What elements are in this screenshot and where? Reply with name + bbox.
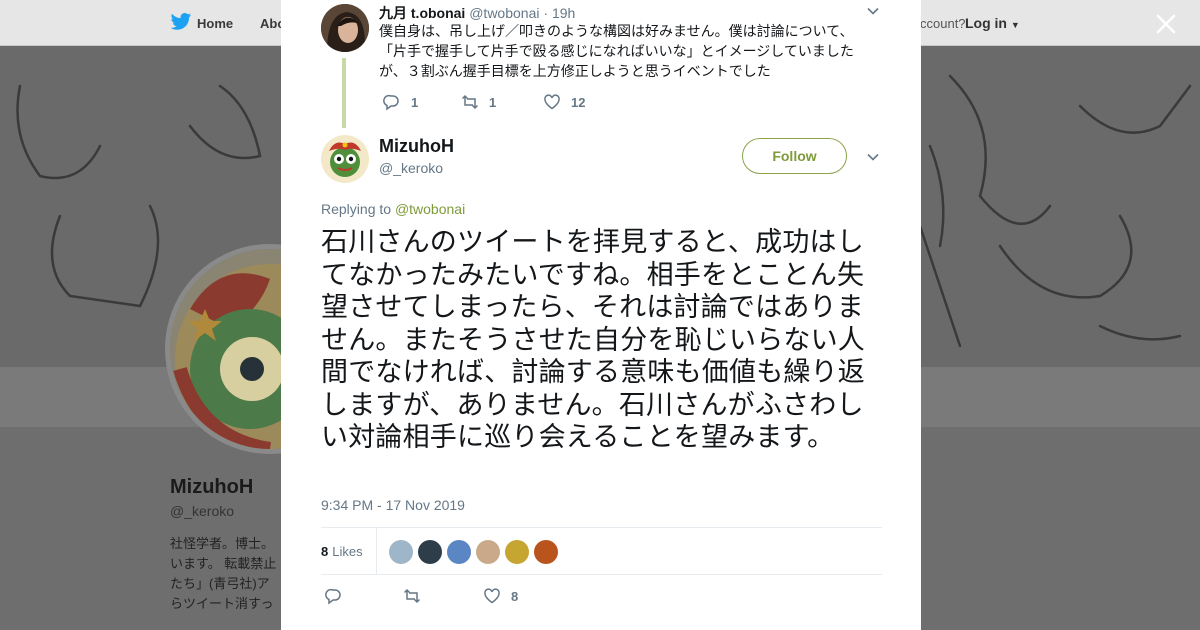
follow-button[interactable]: Follow xyxy=(742,138,847,174)
bio-line: 社怪学者。博士。 xyxy=(170,536,275,551)
chevron-down-icon[interactable] xyxy=(866,4,880,18)
twitter-bird-icon[interactable] xyxy=(170,12,192,32)
liker-avatar[interactable] xyxy=(389,540,413,564)
liker-avatar[interactable] xyxy=(534,540,558,564)
parent-author-name[interactable]: 九月 t.obonai xyxy=(379,5,465,21)
account-prompt: ccount? xyxy=(920,16,966,31)
likes-stat[interactable]: 8 Likes xyxy=(321,528,377,574)
profile-name: MizuhoH xyxy=(170,476,254,498)
chevron-down-icon: ▼ xyxy=(1010,20,1020,30)
login-link[interactable]: Log in ▼ xyxy=(965,15,1020,31)
profile-bio: 社怪学者。博士。 います。 転載禁止 たち」(青弓社)ア らツイート消すっ xyxy=(170,534,285,614)
main-tweet-text: 石川さんのツイートを拝見すると、成功はしてなかったみたいですね。相手をとことん失… xyxy=(321,227,865,452)
retweet-button[interactable] xyxy=(403,586,431,606)
reply-icon xyxy=(325,588,341,605)
thread-connector-line xyxy=(342,58,346,128)
reply-button[interactable]: 1 xyxy=(383,92,418,112)
bio-line: います。 転載禁止 xyxy=(170,556,277,571)
close-icon[interactable] xyxy=(1152,10,1180,38)
tweet-permalink-modal: 九月 t.obonai @twobonai · 19h 僕自身は、吊し上げ／叩き… xyxy=(281,0,921,630)
like-button[interactable]: 8 xyxy=(483,586,518,606)
likes-label: Likes xyxy=(332,543,363,559)
profile-handle: @_keroko xyxy=(170,503,235,519)
liker-avatar[interactable] xyxy=(418,540,442,564)
like-count: 8 xyxy=(511,588,519,604)
replying-to-mention[interactable]: @twobonai xyxy=(395,201,465,217)
replying-prefix: Replying to xyxy=(321,201,392,217)
heart-icon xyxy=(484,588,500,604)
person-photo-icon xyxy=(321,4,369,52)
like-count: 12 xyxy=(571,94,586,110)
reply-count: 1 xyxy=(411,94,419,110)
retweet-count: 1 xyxy=(489,94,497,110)
main-author-avatar[interactable] xyxy=(321,135,369,183)
bio-line: たち」(青弓社)ア xyxy=(170,576,270,591)
replying-to-line: Replying to @twobonai xyxy=(321,201,465,217)
chevron-down-icon[interactable] xyxy=(866,150,880,164)
bio-line: らツイート消すっ xyxy=(170,596,274,611)
retweet-icon xyxy=(461,94,479,110)
heart-icon xyxy=(544,94,560,110)
liker-avatar[interactable] xyxy=(447,540,471,564)
tweet-stats: 8 Likes xyxy=(321,527,882,575)
tweet-timestamp[interactable]: 9:34 PM - 17 Nov 2019 xyxy=(321,497,465,513)
parent-author-handle[interactable]: @twobonai xyxy=(469,5,539,21)
frog-character-icon xyxy=(321,135,369,183)
login-label: Log in xyxy=(965,15,1007,31)
parent-tweet-text: 僕自身は、吊し上げ／叩きのような構図は好みません。僕は討論について、「片手で握手… xyxy=(379,23,854,79)
parent-tweet-header: 九月 t.obonai @twobonai · 19h xyxy=(379,3,575,23)
parent-tweet-actions: 1 1 12 xyxy=(383,92,683,112)
parent-author-avatar[interactable] xyxy=(321,4,369,52)
liker-avatar[interactable] xyxy=(505,540,529,564)
nav-home-link[interactable]: Home xyxy=(197,16,233,31)
reply-button[interactable] xyxy=(325,586,353,606)
parent-tweet-time[interactable]: 19h xyxy=(552,5,575,21)
likers-avatars xyxy=(389,540,563,564)
like-button[interactable]: 12 xyxy=(543,92,585,112)
reply-icon xyxy=(383,94,399,111)
separator-dot: · xyxy=(543,5,549,21)
retweet-button[interactable]: 1 xyxy=(461,92,496,112)
likes-count: 8 xyxy=(321,543,329,559)
retweet-icon xyxy=(403,588,421,604)
main-author-name[interactable]: MizuhoH xyxy=(379,136,454,157)
main-tweet-actions: 8 xyxy=(325,586,625,606)
main-author-handle[interactable]: @_keroko xyxy=(379,160,443,176)
liker-avatar[interactable] xyxy=(476,540,500,564)
